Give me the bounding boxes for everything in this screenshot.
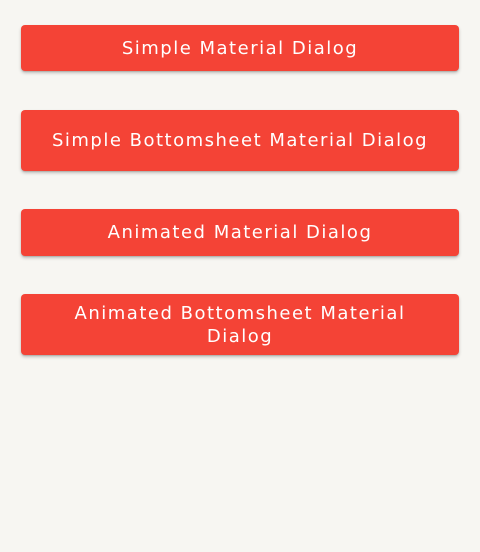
animated-bottomsheet-material-dialog-label: Animated Bottomsheet Material Dialog: [74, 302, 406, 347]
simple-bottomsheet-material-dialog-button[interactable]: Simple Bottomsheet Material Dialog: [21, 110, 459, 171]
animated-material-dialog-label: Animated Material Dialog: [107, 222, 373, 243]
dialog-demo-screen: Simple Material Dialog Simple Bottomshee…: [0, 0, 480, 552]
simple-material-dialog-label: Simple Material Dialog: [121, 37, 359, 59]
simple-bottomsheet-material-dialog-label: Simple Bottomsheet Material Dialog: [51, 130, 429, 151]
animated-bottomsheet-material-dialog-button[interactable]: Animated Bottomsheet Material Dialog: [21, 294, 459, 355]
simple-material-dialog-button[interactable]: Simple Material Dialog: [21, 25, 459, 71]
animated-material-dialog-button[interactable]: Animated Material Dialog: [21, 209, 459, 256]
